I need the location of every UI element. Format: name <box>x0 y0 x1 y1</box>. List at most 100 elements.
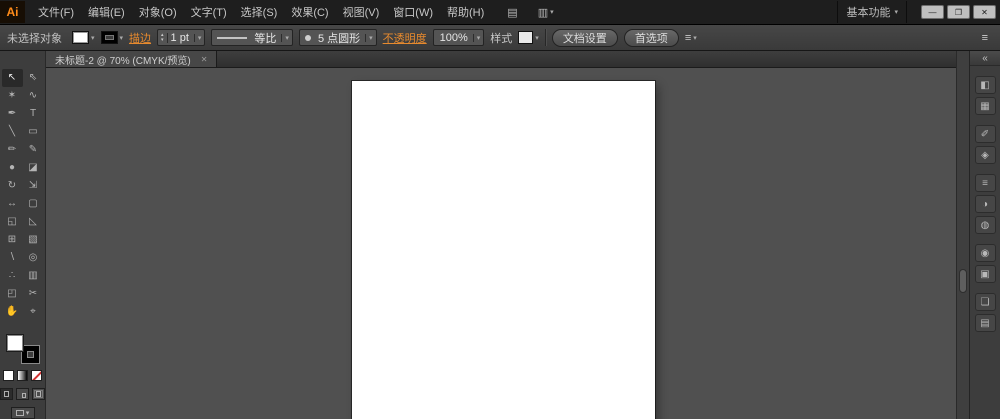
document-setup-button[interactable]: 文档设置 <box>551 28 618 47</box>
screen-mode-icon <box>15 410 24 417</box>
menu-window[interactable]: 窗口(W) <box>386 0 440 24</box>
eyedropper-tool[interactable]: ∖ <box>2 249 23 267</box>
draw-normal-button[interactable] <box>0 388 13 401</box>
pen-tool[interactable]: ✒ <box>2 105 23 123</box>
graphic-styles-panel-icon[interactable]: ▣ <box>974 265 996 283</box>
line-segment-tool[interactable]: ╲ <box>2 123 23 141</box>
appearance-panel-icon[interactable]: ◉ <box>974 244 996 262</box>
blend-tool[interactable]: ◎ <box>23 249 44 267</box>
chevron-down-icon: ▾ <box>281 33 289 42</box>
magic-wand-tool[interactable]: ✶ <box>2 87 23 105</box>
opacity-value[interactable]: 100% <box>437 32 471 44</box>
slice-tool[interactable]: ✂ <box>23 285 44 303</box>
menu-object[interactable]: 对象(O) <box>132 0 184 24</box>
gradient-panel-icon[interactable]: ◑ <box>974 195 996 213</box>
chevron-down-icon: ▾ <box>119 34 124 42</box>
screen-mode-button[interactable]: ▾ <box>10 407 35 419</box>
symbols-panel-icon[interactable]: ◈ <box>974 146 996 164</box>
arrange-documents-button[interactable]: ▥ ▾ <box>534 4 558 21</box>
opacity-panel-link[interactable]: 不透明度 <box>383 30 427 46</box>
swatches-panel-icon[interactable]: ▦ <box>974 97 996 115</box>
restore-button[interactable]: ❐ <box>947 5 970 19</box>
width-profile-dropdown[interactable]: 等比 ▾ <box>211 29 293 46</box>
menu-effect[interactable]: 效果(C) <box>284 0 335 24</box>
menu-view[interactable]: 视图(V) <box>336 0 387 24</box>
rotate-tool[interactable]: ↻ <box>2 177 23 195</box>
style-label: 样式 <box>490 32 513 45</box>
fill-swatch[interactable] <box>6 335 23 351</box>
width-tool[interactable]: ↔ <box>2 195 23 213</box>
chevron-down-icon: ▾ <box>91 34 95 42</box>
direct-selection-tool[interactable]: ⇖ <box>23 69 44 87</box>
document-tab[interactable]: 未标题-2 @ 70% (CMYK/预览) ✕ <box>46 51 218 67</box>
brushes-panel-icon[interactable]: ✐ <box>974 125 996 143</box>
pencil-tool[interactable]: ✎ <box>23 141 44 159</box>
menu-edit[interactable]: 编辑(E) <box>81 0 132 24</box>
gradient-button[interactable] <box>17 370 28 382</box>
opacity-combo[interactable]: 100% ▾ <box>432 29 485 46</box>
control-panel-menu-icon[interactable]: ≡ <box>977 30 993 46</box>
stroke-color-dropdown[interactable]: ▾ <box>100 31 124 44</box>
chevron-down-icon[interactable]: ▾ <box>472 33 480 42</box>
bridge-icon[interactable]: ▤ <box>503 4 521 21</box>
close-button[interactable]: ✕ <box>973 5 996 19</box>
chevron-down-icon: ▾ <box>25 410 30 418</box>
artboard-tool[interactable]: ◰ <box>2 285 23 303</box>
tab-close-icon[interactable]: ✕ <box>201 55 208 64</box>
symbol-sprayer-tool[interactable]: ∴ <box>2 267 23 285</box>
expand-panels-button[interactable]: « <box>970 51 1000 66</box>
free-transform-tool[interactable]: ▢ <box>23 195 44 213</box>
canvas[interactable] <box>46 68 956 419</box>
menu-file[interactable]: 文件(F) <box>31 0 81 24</box>
fill-color-dropdown[interactable]: ▾ <box>72 31 95 44</box>
color-button[interactable] <box>3 370 14 382</box>
vertical-scrollbar[interactable] <box>956 51 969 419</box>
more-options-dropdown[interactable]: ≡ ▾ <box>685 32 697 44</box>
style-dropdown[interactable]: ▾ <box>518 31 539 44</box>
artboard[interactable] <box>352 81 655 419</box>
stroke-width-value[interactable]: 1 pt <box>168 32 192 44</box>
rectangle-tool[interactable]: ▭ <box>23 123 44 141</box>
perspective-grid-tool[interactable]: ◺ <box>23 213 44 231</box>
stroke-width-combo[interactable]: ▴ ▾ 1 pt ▾ <box>157 29 206 46</box>
lasso-tool[interactable]: ∿ <box>23 87 44 105</box>
scale-tool[interactable]: ⇲ <box>23 177 44 195</box>
artboards-panel-icon[interactable]: ▤ <box>974 314 996 332</box>
none-button[interactable] <box>31 370 42 382</box>
workspace-switcher[interactable]: 基本功能 ▾ <box>837 1 907 23</box>
tools-panel: ↖ ⇖ ✶ ∿ ✒ T ╲ ▭ ✏ ✎ ● ◪ ↻ ⇲ ↔ ▢ ◱ ◺ ⊞ ▧ <box>0 51 46 419</box>
eraser-tool[interactable]: ◪ <box>23 159 44 177</box>
stroke-swatch[interactable] <box>21 346 39 364</box>
minimize-button[interactable]: — <box>921 5 944 19</box>
gradient-tool[interactable]: ▧ <box>23 231 44 249</box>
draw-inside-button[interactable] <box>32 388 45 401</box>
stroke-panel-link[interactable]: 描边 <box>129 30 151 46</box>
document-area: 未标题-2 @ 70% (CMYK/预览) ✕ <box>46 51 956 419</box>
chevron-down-icon[interactable]: ▾ <box>193 33 201 42</box>
menu-type[interactable]: 文字(T) <box>184 0 234 24</box>
hand-tool[interactable]: ✋ <box>2 303 23 321</box>
color-panel-icon[interactable]: ◧ <box>974 76 996 94</box>
zoom-tool[interactable]: ⌖ <box>23 303 44 321</box>
type-tool[interactable]: T <box>23 105 44 123</box>
selection-status: 未选择对象 <box>7 32 62 45</box>
mesh-tool[interactable]: ⊞ <box>2 231 23 249</box>
preferences-button[interactable]: 首选项 <box>623 28 679 47</box>
transparency-panel-icon[interactable]: ◍ <box>974 216 996 234</box>
selection-tool[interactable]: ↖ <box>1 69 23 87</box>
chevron-double-left-icon: « <box>982 52 988 64</box>
blob-brush-tool[interactable]: ● <box>2 159 23 177</box>
paintbrush-tool[interactable]: ✏ <box>2 141 23 159</box>
shape-builder-tool[interactable]: ◱ <box>2 213 23 231</box>
scrollbar-thumb[interactable] <box>959 269 967 293</box>
menu-select[interactable]: 选择(S) <box>234 0 285 24</box>
layers-panel-icon[interactable]: ❏ <box>974 293 996 311</box>
brush-definition-dropdown[interactable]: 5 点圆形 ▾ <box>298 29 377 46</box>
stroke-panel-icon[interactable]: ≡ <box>974 174 996 192</box>
menu-help[interactable]: 帮助(H) <box>440 0 491 24</box>
dock-group: ❏ ▤ <box>974 293 996 332</box>
dock-group: ≡ ◑ ◍ <box>974 174 996 234</box>
separator <box>544 29 546 46</box>
column-graph-tool[interactable]: ▥ <box>23 267 44 285</box>
draw-behind-button[interactable] <box>16 388 29 401</box>
